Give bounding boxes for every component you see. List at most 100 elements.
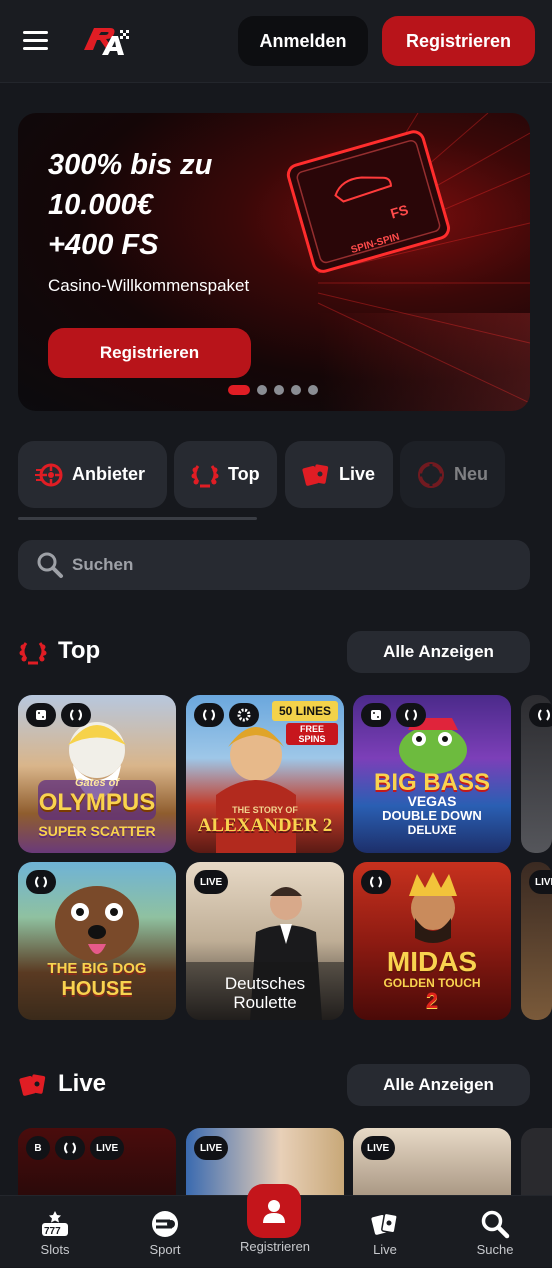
game-badges bbox=[26, 703, 91, 727]
register-fab[interactable] bbox=[247, 1184, 301, 1238]
svg-text:777: 777 bbox=[44, 1226, 61, 1237]
promo-headline-line3: +400 FS bbox=[48, 229, 159, 261]
category-tabs: Anbieter Top Live Neu bbox=[18, 441, 552, 508]
category-label: Anbieter bbox=[72, 464, 146, 484]
game-tile[interactable]: LIVE Deutsches Roulette bbox=[186, 862, 344, 1020]
promo-banner[interactable]: FS SPIN-SPIN 300% bis zu 10.000€ +400 FS… bbox=[18, 113, 530, 411]
carousel-dot[interactable] bbox=[274, 385, 284, 395]
search-icon bbox=[481, 1210, 510, 1239]
carousel-pagination bbox=[228, 385, 318, 395]
game-tile[interactable]: MIDAS GOLDEN TOUCH 2 bbox=[353, 862, 511, 1020]
brand-logo[interactable] bbox=[80, 24, 132, 58]
search-placeholder: Suchen bbox=[72, 555, 134, 574]
search-field[interactable]: Suchen bbox=[18, 540, 530, 590]
carousel-dot[interactable] bbox=[308, 385, 318, 395]
game-title-line: 2 bbox=[425, 988, 439, 1013]
game-title-line: MIDAS bbox=[386, 946, 478, 977]
game-title-line: Roulette bbox=[233, 993, 297, 1012]
laurel-icon bbox=[19, 642, 47, 665]
game-title-line: OLYMPUS bbox=[38, 789, 156, 816]
new-icon bbox=[418, 461, 444, 488]
nav-label: Sport bbox=[149, 1242, 181, 1257]
game-badges bbox=[361, 703, 426, 727]
live-badge: LIVE bbox=[529, 870, 552, 894]
game-title-line: VEGAS bbox=[407, 793, 457, 809]
cards-icon bbox=[371, 1212, 398, 1235]
lines-badge: 50 LINES bbox=[272, 701, 338, 721]
category-tab-new[interactable]: Neu bbox=[400, 441, 505, 508]
sport-icon bbox=[152, 1211, 178, 1237]
game-tile[interactable]: LIVE bbox=[353, 1128, 511, 1198]
free-spins-badge: FREE SPINS bbox=[286, 723, 338, 745]
game-title-line: ALEXANDER 2 bbox=[197, 815, 333, 836]
live-badge: LIVE bbox=[194, 870, 229, 894]
game-tile-partial[interactable] bbox=[521, 1128, 552, 1198]
game-title-line: HOUSE bbox=[61, 978, 133, 1000]
game-title-line: Gates of bbox=[74, 777, 119, 789]
category-scrollbar[interactable] bbox=[18, 517, 257, 520]
promo-headline-line2: 10.000€ bbox=[48, 189, 153, 221]
cards-icon bbox=[302, 463, 329, 486]
laurel-badge-icon bbox=[396, 703, 426, 727]
top-bar: Anmelden Registrieren bbox=[0, 0, 552, 83]
laurel-badge-icon bbox=[61, 703, 91, 727]
cards-icon bbox=[19, 1074, 46, 1096]
nav-label: Suche bbox=[476, 1242, 514, 1257]
nav-label: Registrieren bbox=[239, 1239, 311, 1254]
game-tile[interactable]: BIG BASS VEGAS DOUBLE DOWN DELUXE bbox=[353, 695, 511, 853]
promo-headline-line1: 300% bis zu bbox=[48, 149, 213, 181]
dice-badge-icon bbox=[26, 703, 56, 727]
category-tab-provider[interactable]: Anbieter bbox=[18, 441, 167, 508]
show-all-top-button[interactable]: Alle Anzeigen bbox=[347, 631, 530, 673]
coin-badge: B bbox=[26, 1136, 50, 1160]
category-tab-live[interactable]: Live bbox=[285, 441, 393, 508]
game-badges bbox=[26, 870, 56, 894]
promo-subtitle: Casino-Willkommenspaket bbox=[48, 276, 250, 295]
slots-icon: 777 bbox=[42, 1211, 68, 1237]
laurel-badge-icon bbox=[361, 870, 391, 894]
register-button[interactable]: Registrieren bbox=[382, 16, 535, 66]
nav-label: Slots bbox=[40, 1242, 70, 1257]
game-tile[interactable]: Gates of OLYMPUS SUPER SCATTER bbox=[18, 695, 176, 853]
gear-badge-icon bbox=[229, 703, 259, 727]
category-tab-top[interactable]: Top bbox=[174, 441, 277, 508]
game-title-line: DOUBLE DOWN bbox=[382, 808, 482, 823]
laurel-badge-icon bbox=[55, 1136, 85, 1160]
live-badge: LIVE bbox=[194, 1136, 229, 1160]
section-title: Top bbox=[58, 637, 101, 664]
nav-sport[interactable]: Sport bbox=[110, 1196, 220, 1268]
laurel-badge-icon bbox=[26, 870, 56, 894]
menu-icon[interactable] bbox=[23, 31, 48, 51]
live-badge: LIVE bbox=[90, 1136, 125, 1160]
game-badges: LIVE bbox=[194, 870, 229, 894]
game-tile[interactable]: THE BIG DOG HOUSE bbox=[18, 862, 176, 1020]
category-label: Live bbox=[339, 464, 376, 484]
login-button[interactable]: Anmelden bbox=[238, 16, 368, 66]
show-all-live-button[interactable]: Alle Anzeigen bbox=[347, 1064, 530, 1106]
carousel-dot[interactable] bbox=[257, 385, 267, 395]
game-badges bbox=[194, 703, 259, 727]
laurel-icon bbox=[191, 464, 219, 487]
dice-badge-icon bbox=[361, 703, 391, 727]
nav-slots[interactable]: 777 Slots bbox=[0, 1196, 110, 1268]
game-badges: LIVE bbox=[529, 870, 552, 894]
game-tile[interactable]: 50 LINES FREE SPINS THE STORY OF ALEXAND… bbox=[186, 695, 344, 853]
game-tile[interactable]: B LIVE bbox=[18, 1128, 176, 1198]
carousel-dot[interactable] bbox=[228, 385, 250, 395]
promo-register-button[interactable]: Registrieren bbox=[48, 328, 251, 378]
game-title-line: SUPER SCATTER bbox=[38, 823, 156, 839]
game-tile-partial[interactable] bbox=[521, 695, 552, 853]
bottom-navigation: 777 Slots Sport Registrieren Live Suche bbox=[0, 1184, 552, 1268]
game-tile-partial[interactable]: LIVE bbox=[521, 862, 552, 1020]
provider-icon bbox=[35, 463, 63, 486]
laurel-badge-icon bbox=[529, 703, 552, 727]
carousel-dot[interactable] bbox=[291, 385, 301, 395]
game-badges: LIVE bbox=[361, 1136, 396, 1160]
section-title: Live bbox=[58, 1070, 107, 1097]
nav-live[interactable]: Live bbox=[330, 1196, 440, 1268]
game-title-line: DELUXE bbox=[407, 823, 457, 837]
category-label: Neu bbox=[454, 464, 489, 484]
game-badges bbox=[529, 703, 552, 727]
nav-search[interactable]: Suche bbox=[440, 1196, 550, 1268]
section-top-header: Top Alle Anzeigen bbox=[18, 631, 530, 673]
